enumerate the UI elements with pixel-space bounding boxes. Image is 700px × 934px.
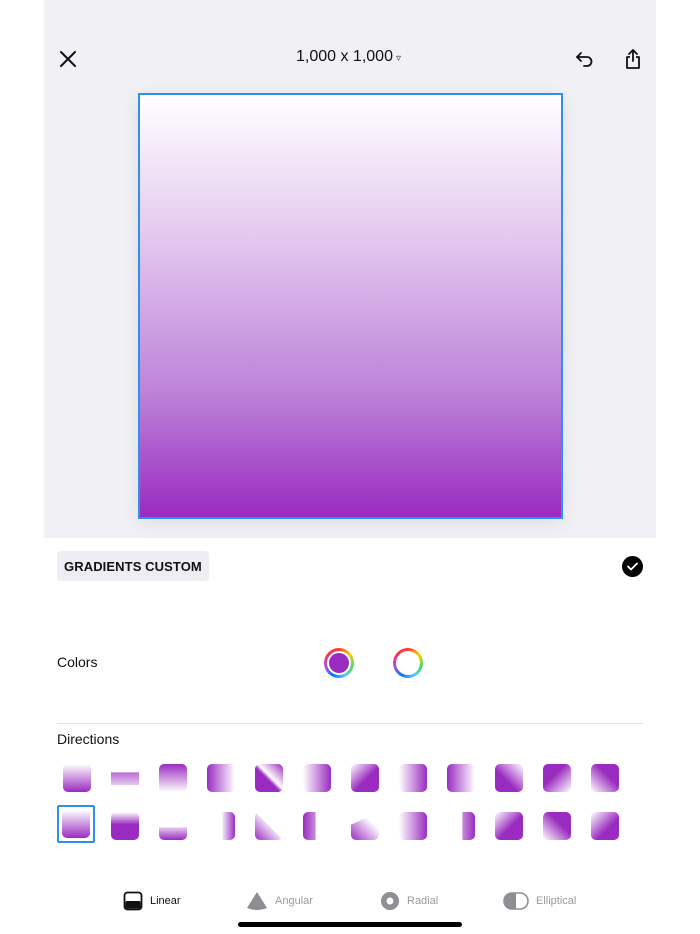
tab-label: Elliptical — [536, 895, 577, 907]
tab-angular[interactable]: Angular — [246, 891, 313, 911]
direction-option[interactable] — [447, 764, 475, 792]
direction-option[interactable] — [495, 812, 523, 840]
direction-option[interactable] — [255, 764, 283, 792]
canvas-size-dropdown[interactable]: 1,000 x 1,000 ▿ — [296, 48, 401, 66]
color-swatch-1-fill — [329, 653, 349, 673]
direction-option[interactable] — [207, 764, 235, 792]
tab-label: Linear — [150, 895, 181, 907]
direction-option[interactable] — [351, 764, 379, 792]
direction-option[interactable] — [495, 764, 523, 792]
panel-title: GRADIENTS CUSTOM — [57, 551, 209, 581]
direction-option[interactable] — [159, 827, 187, 840]
direction-option[interactable] — [303, 812, 316, 840]
color-swatch-2-fill — [398, 653, 418, 673]
direction-option[interactable] — [159, 764, 187, 792]
home-indicator — [238, 922, 462, 927]
direction-option[interactable] — [591, 812, 619, 840]
direction-option[interactable] — [222, 812, 235, 840]
direction-option[interactable] — [351, 812, 379, 840]
undo-button[interactable] — [566, 41, 602, 77]
direction-option[interactable] — [462, 812, 475, 840]
elliptical-gradient-icon — [503, 892, 529, 910]
direction-option[interactable] — [63, 764, 91, 792]
color-swatch-1[interactable] — [324, 648, 354, 678]
canvas-size-label: 1,000 x 1,000 — [296, 48, 393, 65]
direction-option[interactable] — [303, 764, 331, 792]
direction-option[interactable] — [591, 764, 619, 792]
share-button[interactable] — [615, 41, 651, 77]
direction-option[interactable] — [543, 812, 571, 840]
color-swatch-2[interactable] — [393, 648, 423, 678]
confirm-button[interactable] — [622, 556, 643, 577]
colors-label: Colors — [57, 654, 98, 670]
direction-option[interactable] — [399, 812, 427, 840]
divider — [57, 723, 643, 724]
directions-label: Directions — [57, 731, 120, 747]
direction-option[interactable] — [399, 764, 427, 792]
direction-option[interactable] — [111, 772, 139, 785]
tab-label: Angular — [275, 895, 313, 907]
direction-option[interactable] — [543, 764, 571, 792]
tab-radial[interactable]: Radial — [380, 891, 438, 911]
linear-gradient-icon — [123, 891, 143, 911]
tab-label: Radial — [407, 895, 439, 907]
direction-option[interactable] — [111, 812, 139, 840]
gradient-canvas[interactable] — [138, 93, 563, 519]
close-icon — [60, 51, 76, 67]
undo-icon — [576, 52, 593, 67]
checkmark-icon — [627, 562, 638, 571]
radial-gradient-icon — [381, 892, 399, 910]
angular-gradient-icon — [247, 892, 267, 910]
tab-elliptical[interactable]: Elliptical — [503, 891, 576, 911]
close-button[interactable] — [50, 41, 86, 77]
chevron-down-icon: ▿ — [395, 52, 401, 64]
direction-option-selected[interactable] — [62, 810, 90, 838]
tab-linear[interactable]: Linear — [123, 891, 181, 911]
direction-option[interactable] — [255, 812, 283, 840]
share-icon — [626, 49, 640, 69]
